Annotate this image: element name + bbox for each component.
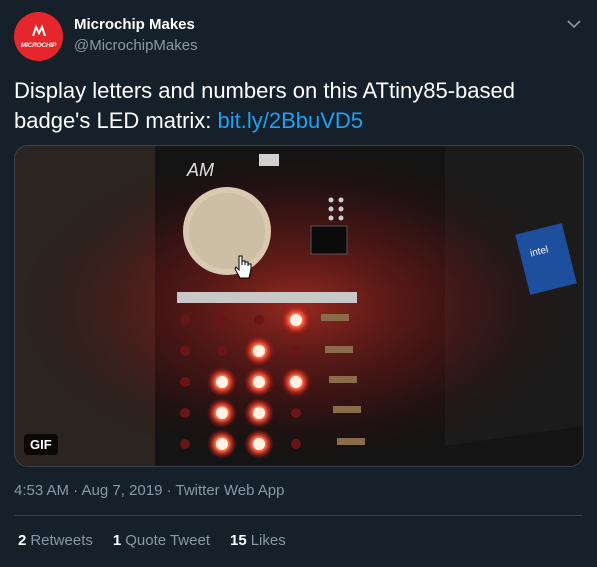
retweets-count: 2 (18, 532, 27, 549)
led-off (180, 439, 190, 449)
tweet: MICROCHIP Microchip Makes @MicrochipMake… (0, 0, 597, 567)
led-on (216, 407, 228, 419)
tweet-timestamp[interactable]: 4:53 AM · Aug 7, 2019 · Twitter Web App (14, 482, 284, 499)
quote-tweets-count: 1 (112, 532, 122, 549)
tweet-text: Display letters and numbers on this ATti… (14, 76, 574, 136)
led-on (253, 345, 265, 357)
led-on (290, 314, 302, 326)
divider (14, 515, 582, 516)
quote-tweets-stat[interactable]: 1 Quote Tweet (113, 532, 210, 549)
led-on (216, 438, 228, 450)
led-off (291, 346, 301, 356)
led-off (254, 315, 264, 325)
media-gif: AM intel (15, 146, 583, 466)
led-off (180, 346, 190, 356)
gif-badge: GIF (24, 434, 58, 455)
led-off (180, 315, 190, 325)
avatar[interactable]: MICROCHIP (14, 12, 63, 61)
retweets-label: Retweets (30, 532, 93, 549)
led-on (253, 438, 265, 450)
led-on (290, 376, 302, 388)
board-label: AM (186, 160, 214, 180)
led-on (253, 407, 265, 419)
led-off (291, 408, 301, 418)
likes-label: Likes (250, 532, 286, 549)
author-name[interactable]: Microchip Makes (74, 16, 195, 33)
tweet-media[interactable]: AM intel (14, 145, 584, 467)
led-off (217, 346, 227, 356)
led-off (180, 377, 190, 387)
led-off (180, 408, 190, 418)
tweet-stats: 2 Retweets 1 Quote Tweet 15 Likes (18, 532, 286, 549)
attiny85-chip (310, 225, 348, 255)
tweet-link[interactable]: bit.ly/2BbuVD5 (218, 108, 364, 133)
switch (259, 154, 279, 166)
led-off (291, 439, 301, 449)
retweets-stat[interactable]: 2 Retweets (18, 532, 93, 549)
led-on (253, 376, 265, 388)
led-off (217, 315, 227, 325)
chevron-down-icon[interactable] (564, 14, 584, 34)
led-on (216, 376, 228, 388)
quote-tweets-label: Quote Tweet (125, 532, 210, 549)
likes-stat[interactable]: 15 Likes (230, 532, 286, 549)
likes-count: 15 (230, 532, 247, 549)
microchip-logo-icon (32, 24, 46, 37)
led-bar-silkscreen (177, 292, 357, 303)
avatar-logo-text: MICROCHIP (20, 42, 57, 49)
author-handle[interactable]: @MicrochipMakes (74, 37, 198, 54)
